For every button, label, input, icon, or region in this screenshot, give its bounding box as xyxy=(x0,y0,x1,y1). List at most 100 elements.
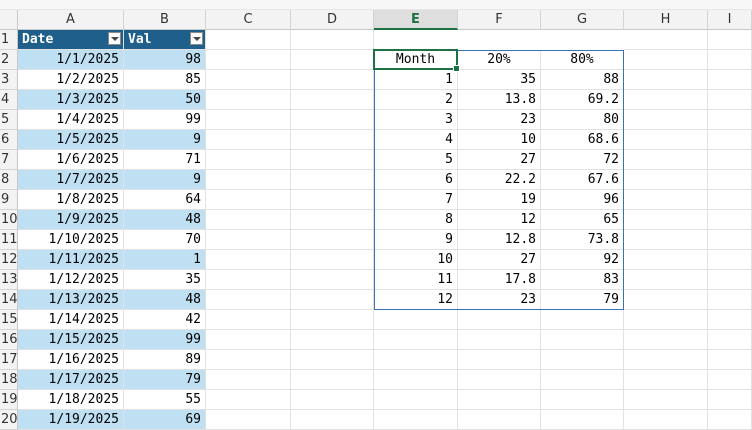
cell-d17[interactable] xyxy=(291,350,374,370)
cell-c6[interactable] xyxy=(206,130,291,150)
cell-h7[interactable] xyxy=(624,150,708,170)
cell-c16[interactable] xyxy=(206,330,291,350)
cell-c12[interactable] xyxy=(206,250,291,270)
cell-h9[interactable] xyxy=(624,190,708,210)
cell-c4[interactable] xyxy=(206,90,291,110)
cell-h17[interactable] xyxy=(624,350,708,370)
row-header-19[interactable]: 19 xyxy=(0,390,18,410)
row-header-13[interactable]: 13 xyxy=(0,270,18,290)
column-header-i[interactable]: I xyxy=(708,10,752,30)
table-row[interactable]: 1/17/2025 xyxy=(18,370,124,390)
row-header-3[interactable]: 3 xyxy=(0,70,18,90)
summary-row[interactable]: 12.8 xyxy=(458,230,541,250)
summary-row[interactable]: 96 xyxy=(541,190,624,210)
cell-h14[interactable] xyxy=(624,290,708,310)
cell-i3[interactable] xyxy=(708,70,752,90)
cell-c3[interactable] xyxy=(206,70,291,90)
cell-h19[interactable] xyxy=(624,390,708,410)
cell-h8[interactable] xyxy=(624,170,708,190)
cell-d15[interactable] xyxy=(291,310,374,330)
cell-i7[interactable] xyxy=(708,150,752,170)
table-row[interactable]: 1/3/2025 xyxy=(18,90,124,110)
table-row[interactable]: 42 xyxy=(124,310,206,330)
row-header-20[interactable]: 20 xyxy=(0,410,18,430)
table-row[interactable]: 1/18/2025 xyxy=(18,390,124,410)
cell-g15[interactable] xyxy=(541,310,624,330)
summary-row[interactable]: 1 xyxy=(374,70,458,90)
cell-c17[interactable] xyxy=(206,350,291,370)
table-row[interactable]: 79 xyxy=(124,370,206,390)
table-row[interactable]: 1 xyxy=(124,250,206,270)
cell-c15[interactable] xyxy=(206,310,291,330)
row-header-10[interactable]: 10 xyxy=(0,210,18,230)
cell-g17[interactable] xyxy=(541,350,624,370)
row-header-14[interactable]: 14 xyxy=(0,290,18,310)
cell-d11[interactable] xyxy=(291,230,374,250)
cell-e19[interactable] xyxy=(374,390,458,410)
summary-header-pct[interactable]: 20% xyxy=(458,50,541,70)
cell-i1[interactable] xyxy=(708,30,752,50)
cell-i10[interactable] xyxy=(708,210,752,230)
cell-d19[interactable] xyxy=(291,390,374,410)
summary-row[interactable]: 12 xyxy=(458,210,541,230)
row-header-1[interactable]: 1 xyxy=(0,30,18,50)
summary-row[interactable]: 27 xyxy=(458,150,541,170)
column-header-f[interactable]: F xyxy=(458,10,541,30)
cell-c11[interactable] xyxy=(206,230,291,250)
cell-h3[interactable] xyxy=(624,70,708,90)
summary-row[interactable]: 10 xyxy=(374,250,458,270)
summary-row[interactable]: 23 xyxy=(458,290,541,310)
cell-c5[interactable] xyxy=(206,110,291,130)
cell-d16[interactable] xyxy=(291,330,374,350)
column-header-h[interactable]: H xyxy=(624,10,708,30)
summary-row[interactable]: 10 xyxy=(458,130,541,150)
cell-i12[interactable] xyxy=(708,250,752,270)
summary-row[interactable]: 7 xyxy=(374,190,458,210)
column-header-a[interactable]: A xyxy=(18,10,124,30)
row-header-15[interactable]: 15 xyxy=(0,310,18,330)
cell-i14[interactable] xyxy=(708,290,752,310)
table-row[interactable]: 1/1/2025 xyxy=(18,50,124,70)
table-row[interactable]: 48 xyxy=(124,210,206,230)
summary-row[interactable]: 65 xyxy=(541,210,624,230)
cell-e17[interactable] xyxy=(374,350,458,370)
table-row[interactable]: 1/10/2025 xyxy=(18,230,124,250)
cell-i20[interactable] xyxy=(708,410,752,430)
table-row[interactable]: 71 xyxy=(124,150,206,170)
cell-d12[interactable] xyxy=(291,250,374,270)
cell-f18[interactable] xyxy=(458,370,541,390)
row-header-16[interactable]: 16 xyxy=(0,330,18,350)
table-header-val[interactable]: Val xyxy=(124,30,206,50)
cell-f20[interactable] xyxy=(458,410,541,430)
row-header-12[interactable]: 12 xyxy=(0,250,18,270)
summary-row[interactable]: 3 xyxy=(374,110,458,130)
cell-c18[interactable] xyxy=(206,370,291,390)
summary-row[interactable]: 79 xyxy=(541,290,624,310)
table-row[interactable]: 1/5/2025 xyxy=(18,130,124,150)
summary-row[interactable]: 5 xyxy=(374,150,458,170)
summary-row[interactable]: 19 xyxy=(458,190,541,210)
cell-h4[interactable] xyxy=(624,90,708,110)
cell-d7[interactable] xyxy=(291,150,374,170)
table-row[interactable]: 1/13/2025 xyxy=(18,290,124,310)
table-row[interactable]: 1/16/2025 xyxy=(18,350,124,370)
cell-d5[interactable] xyxy=(291,110,374,130)
summary-row[interactable]: 72 xyxy=(541,150,624,170)
cell-i16[interactable] xyxy=(708,330,752,350)
row-header-5[interactable]: 5 xyxy=(0,110,18,130)
table-row[interactable]: 55 xyxy=(124,390,206,410)
summary-row[interactable]: 2 xyxy=(374,90,458,110)
summary-row[interactable]: 88 xyxy=(541,70,624,90)
table-row[interactable]: 70 xyxy=(124,230,206,250)
row-header-6[interactable]: 6 xyxy=(0,130,18,150)
cell-i4[interactable] xyxy=(708,90,752,110)
cell-d9[interactable] xyxy=(291,190,374,210)
cell-i5[interactable] xyxy=(708,110,752,130)
cell-h15[interactable] xyxy=(624,310,708,330)
table-row[interactable]: 64 xyxy=(124,190,206,210)
cell-f15[interactable] xyxy=(458,310,541,330)
table-row[interactable]: 1/2/2025 xyxy=(18,70,124,90)
summary-row[interactable]: 9 xyxy=(374,230,458,250)
cell-d14[interactable] xyxy=(291,290,374,310)
summary-row[interactable]: 92 xyxy=(541,250,624,270)
